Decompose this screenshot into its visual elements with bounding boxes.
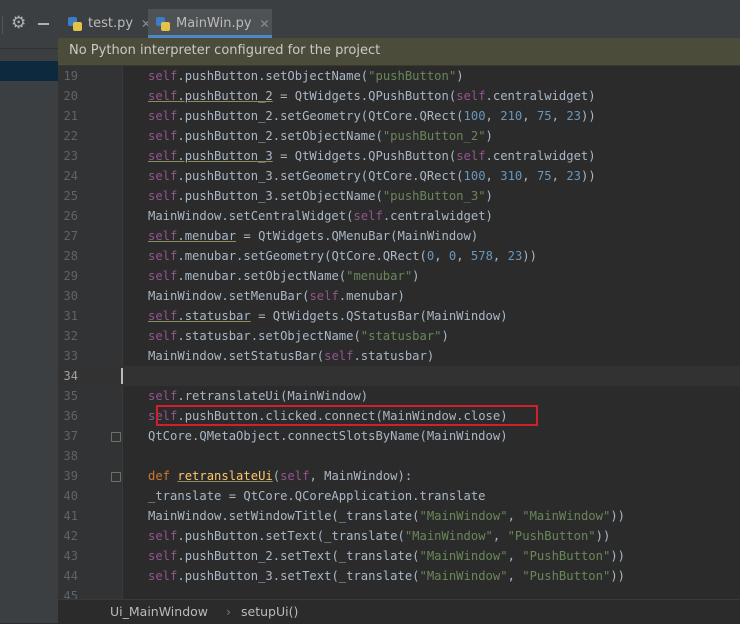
breadcrumb-method[interactable]: setupUi() <box>241 604 298 619</box>
line-number: 32 <box>63 329 78 343</box>
code-line: 32 self.statusbar.setObjectName("statusba… <box>58 326 740 346</box>
code-text: MainWindow.setCentralWidget(self.central… <box>148 209 493 223</box>
fold-marker-icon[interactable] <box>111 472 121 482</box>
editor-tab-bar: test.py ✕ MainWin.py ✕ <box>58 0 740 38</box>
code-line: 19 self.pushButton.setObjectName("pushBut… <box>58 66 740 86</box>
code-line: 37 QtCore.QMetaObject.connectSlotsByName(… <box>58 426 740 446</box>
code-line: 23 self.pushButton_3 = QtWidgets.QPushBut… <box>58 146 740 166</box>
chevron-right-icon: › <box>226 604 231 619</box>
code-text: self.menubar.setObjectName("menubar") <box>148 269 420 283</box>
code-line: 39 def retranslateUi(self, MainWindow): <box>58 466 740 486</box>
code-line: 33 MainWindow.setStatusBar(self.statusbar… <box>58 346 740 366</box>
breadcrumb-class[interactable]: Ui_MainWindow <box>110 604 208 619</box>
line-number: 19 <box>63 69 78 83</box>
line-number: 25 <box>63 189 78 203</box>
tab-test-py[interactable]: test.py ✕ <box>60 9 154 38</box>
line-number: 29 <box>63 269 78 283</box>
code-text: self.pushButton_3 = QtWidgets.QPushButto… <box>148 149 596 163</box>
code-text: MainWindow.setMenuBar(self.menubar) <box>148 289 405 303</box>
code-text: self.pushButton_2 = QtWidgets.QPushButto… <box>148 89 596 103</box>
interpreter-warning-banner: No Python interpreter configured for the… <box>58 38 740 66</box>
line-number: 35 <box>63 389 78 403</box>
project-panel <box>0 49 59 623</box>
code-line: 35 self.retranslateUi(MainWindow) <box>58 386 740 406</box>
code-line: 43 self.pushButton_2.setText(_translate("… <box>58 546 740 566</box>
line-number: 44 <box>63 569 78 583</box>
code-line: 30 MainWindow.setMenuBar(self.menubar) <box>58 286 740 306</box>
banner-text: No Python interpreter configured for the… <box>69 43 381 58</box>
line-number: 20 <box>63 89 78 103</box>
code-text: self.retranslateUi(MainWindow) <box>148 389 369 403</box>
line-number: 42 <box>63 529 78 543</box>
toolbar-separator <box>2 16 3 34</box>
line-number: 40 <box>63 489 78 503</box>
code-text: self.pushButton_2.setText(_translate("Ma… <box>148 549 625 563</box>
code-line: 25 self.pushButton_3.setObjectName("pushB… <box>58 186 740 206</box>
fold-marker-icon[interactable] <box>111 432 121 442</box>
line-number: 26 <box>63 209 78 223</box>
close-icon[interactable]: ✕ <box>260 17 270 31</box>
code-line: 41 MainWindow.setWindowTitle(_translate("… <box>58 506 740 526</box>
code-line: 44 self.pushButton_3.setText(_translate("… <box>58 566 740 586</box>
line-number: 33 <box>63 349 78 363</box>
code-text: _translate = QtCore.QCoreApplication.tra… <box>148 489 486 503</box>
line-number: 22 <box>63 129 78 143</box>
project-tree-selected-row[interactable] <box>0 61 58 81</box>
code-text: self.pushButton.setObjectName("pushButto… <box>148 69 464 83</box>
code-line: 24 self.pushButton_3.setGeometry(QtCore.Q… <box>58 166 740 186</box>
project-toolbar: ⚙ <box>0 0 58 49</box>
line-number: 39 <box>63 469 78 483</box>
line-number: 23 <box>63 149 78 163</box>
code-line: 28 self.menubar.setGeometry(QtCore.QRect(… <box>58 246 740 266</box>
code-line: 26 MainWindow.setCentralWidget(self.centr… <box>58 206 740 226</box>
line-number: 30 <box>63 289 78 303</box>
code-line: 21 self.pushButton_2.setGeometry(QtCore.Q… <box>58 106 740 126</box>
gear-icon[interactable]: ⚙ <box>11 13 26 33</box>
tab-label: MainWin.py <box>176 16 252 31</box>
code-line: 22 self.pushButton_2.setObjectName("pushB… <box>58 126 740 146</box>
line-number: 28 <box>63 249 78 263</box>
code-text: self.pushButton_3.setObjectName("pushBut… <box>148 189 493 203</box>
python-file-icon <box>68 16 82 31</box>
code-editor[interactable]: 19 self.pushButton.setObjectName("pushBut… <box>58 66 740 603</box>
code-text: MainWindow.setStatusBar(self.statusbar) <box>148 349 435 363</box>
line-number: 21 <box>63 109 78 123</box>
highlight-box <box>156 405 538 426</box>
code-line: 29 self.menubar.setObjectName("menubar") <box>58 266 740 286</box>
line-number: 34 <box>63 369 78 383</box>
breadcrumb: Ui_MainWindow › setupUi() <box>58 599 740 624</box>
code-line: 20 self.pushButton_2 = QtWidgets.QPushBut… <box>58 86 740 106</box>
code-text: QtCore.QMetaObject.connectSlotsByName(Ma… <box>148 429 508 443</box>
code-line: 27 self.menubar = QtWidgets.QMenuBar(Main… <box>58 226 740 246</box>
code-line: 40 _translate = QtCore.QCoreApplication.t… <box>58 486 740 506</box>
current-code-line: 34 <box>58 366 740 386</box>
code-line: 38 <box>58 446 740 466</box>
code-text: self.menubar = QtWidgets.QMenuBar(MainWi… <box>148 229 479 243</box>
code-text: self.menubar.setGeometry(QtCore.QRect(0,… <box>148 249 537 263</box>
line-number: 37 <box>63 429 78 443</box>
code-text: MainWindow.setWindowTitle(_translate("Ma… <box>148 509 625 523</box>
line-number: 24 <box>63 169 78 183</box>
text-caret <box>121 368 123 384</box>
code-text: self.pushButton_3.setGeometry(QtCore.QRe… <box>148 169 596 183</box>
code-text: self.pushButton_3.setText(_translate("Ma… <box>148 569 625 583</box>
tab-mainwin-py[interactable]: MainWin.py ✕ <box>148 9 272 38</box>
code-text: self.statusbar.setObjectName("statusbar"… <box>148 329 449 343</box>
line-number: 41 <box>63 509 78 523</box>
line-number: 36 <box>63 409 78 423</box>
line-number: 31 <box>63 309 78 323</box>
code-text: self.pushButton_2.setGeometry(QtCore.QRe… <box>148 109 596 123</box>
code-text: def retranslateUi(self, MainWindow): <box>148 469 413 483</box>
line-number: 27 <box>63 229 78 243</box>
minus-icon[interactable] <box>36 13 52 33</box>
line-number: 43 <box>63 549 78 563</box>
code-line: 42 self.pushButton.setText(_translate("Ma… <box>58 526 740 546</box>
line-number: 38 <box>63 449 78 463</box>
code-text: self.pushButton_2.setObjectName("pushBut… <box>148 129 493 143</box>
tab-label: test.py <box>88 16 134 31</box>
code-line: 31 self.statusbar = QtWidgets.QStatusBar(… <box>58 306 740 326</box>
code-text: self.statusbar = QtWidgets.QStatusBar(Ma… <box>148 309 508 323</box>
python-file-icon <box>156 16 170 31</box>
code-text: self.pushButton.setText(_translate("Main… <box>148 529 611 543</box>
